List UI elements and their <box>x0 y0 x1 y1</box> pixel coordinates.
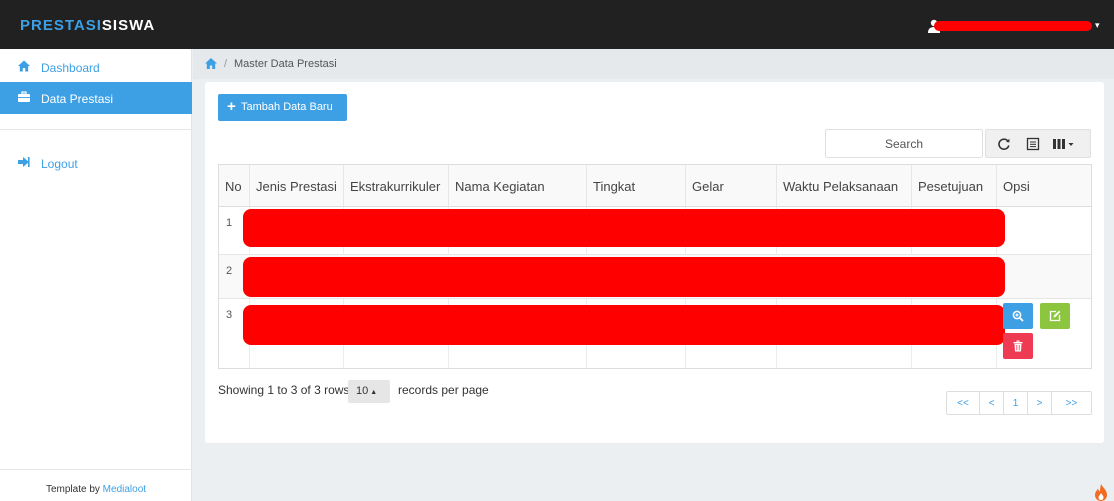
add-new-data-button[interactable]: + Tambah Data Baru <box>218 94 347 121</box>
add-button-label: Tambah Data Baru <box>241 101 333 113</box>
breadcrumb: / Master Data Prestasi <box>193 49 1114 79</box>
main-panel: + Tambah Data Baru No Jenis Prestasi Eks… <box>205 82 1104 443</box>
column-header-ekstrakurrikuler[interactable]: Ekstrakurrikuler <box>343 165 448 207</box>
redacted-row-content <box>243 209 1005 247</box>
column-header-nama-kegiatan[interactable]: Nama Kegiatan <box>448 165 586 207</box>
top-navbar: PRESTASISISWA ▾ <box>0 0 1114 49</box>
edit-icon <box>1049 310 1061 322</box>
plus-icon: + <box>227 98 236 115</box>
column-header-gelar[interactable]: Gelar <box>685 165 776 207</box>
flame-icon[interactable] <box>1094 484 1108 501</box>
column-header-jenis-prestasi[interactable]: Jenis Prestasi <box>249 165 343 207</box>
row-number: 3 <box>226 309 233 321</box>
footer-link[interactable]: Medialoot <box>103 484 146 495</box>
logout-icon <box>18 157 30 167</box>
breadcrumb-separator: / <box>224 58 228 70</box>
prestasi-table: No Jenis Prestasi Ekstrakurrikuler Nama … <box>218 164 1092 369</box>
sidebar-item-data-prestasi[interactable]: Data Prestasi <box>0 82 192 114</box>
trash-icon <box>1013 340 1023 352</box>
table-row: 2 <box>219 255 1091 299</box>
breadcrumb-current: Master Data Prestasi <box>234 58 337 70</box>
sidebar-item-label: Data Prestasi <box>41 92 114 106</box>
page-size-value: 10 <box>356 385 369 397</box>
brand-part2: SISWA <box>101 17 156 34</box>
sidebar-item-dashboard[interactable]: Dashboard <box>0 51 192 83</box>
zoom-in-icon <box>1012 310 1024 322</box>
search-input[interactable] <box>825 129 983 158</box>
caret-up-icon: ▲ <box>370 389 378 396</box>
table-row: 3 <box>219 299 1091 368</box>
table-header: No Jenis Prestasi Ekstrakurrikuler Nama … <box>219 165 1091 207</box>
edit-button[interactable] <box>1040 303 1070 329</box>
sidebar-divider <box>0 129 192 130</box>
page-button-1[interactable]: 1 <box>1003 392 1027 414</box>
brand-logo[interactable]: PRESTASISISWA <box>20 17 155 34</box>
redacted-row-content <box>243 257 1005 297</box>
briefcase-icon <box>18 91 30 102</box>
column-header-opsi[interactable]: Opsi <box>996 165 1091 207</box>
first-page-button[interactable]: << <box>947 392 979 414</box>
prev-page-button[interactable]: < <box>979 392 1003 414</box>
column-header-pesetujuan[interactable]: Pesetujuan <box>911 165 996 207</box>
sidebar-item-logout[interactable]: Logout <box>0 147 192 179</box>
table-tools <box>985 129 1091 158</box>
column-header-no[interactable]: No <box>219 165 249 207</box>
pagination-info: Showing 1 to 3 of 3 rows <box>218 383 350 397</box>
toggle-view-icon[interactable] <box>1026 137 1040 151</box>
next-page-button[interactable]: > <box>1027 392 1051 414</box>
column-header-tingkat[interactable]: Tingkat <box>586 165 685 207</box>
columns-icon[interactable] <box>1052 137 1076 151</box>
table-row: 1 <box>219 207 1091 255</box>
chevron-down-icon: ▾ <box>1095 20 1100 30</box>
user-name <box>934 21 1092 31</box>
sidebar-footer: Template by Medialoot <box>0 469 192 501</box>
home-icon <box>18 60 30 72</box>
last-page-button[interactable]: >> <box>1051 392 1091 414</box>
row-number: 1 <box>226 217 233 229</box>
column-header-waktu-pelaksanaan[interactable]: Waktu Pelaksanaan <box>776 165 911 207</box>
page-size-dropdown[interactable]: 10 ▲ <box>348 380 390 403</box>
pagination: << < 1 > >> <box>946 391 1092 415</box>
view-detail-button[interactable] <box>1003 303 1033 329</box>
footer-text: Template by <box>45 484 103 495</box>
home-icon[interactable] <box>205 58 217 69</box>
sidebar-item-label: Dashboard <box>41 61 100 75</box>
brand-part1: PRESTASI <box>20 17 102 34</box>
sidebar: Dashboard Data Prestasi Logout Template … <box>0 49 192 501</box>
records-per-page-label: records per page <box>398 383 489 397</box>
refresh-icon[interactable] <box>997 137 1011 151</box>
redacted-row-content <box>243 305 1005 345</box>
user-menu[interactable]: ▾ <box>928 19 1104 33</box>
sidebar-item-label: Logout <box>41 157 78 171</box>
row-number: 2 <box>226 265 233 277</box>
delete-button[interactable] <box>1003 333 1033 359</box>
